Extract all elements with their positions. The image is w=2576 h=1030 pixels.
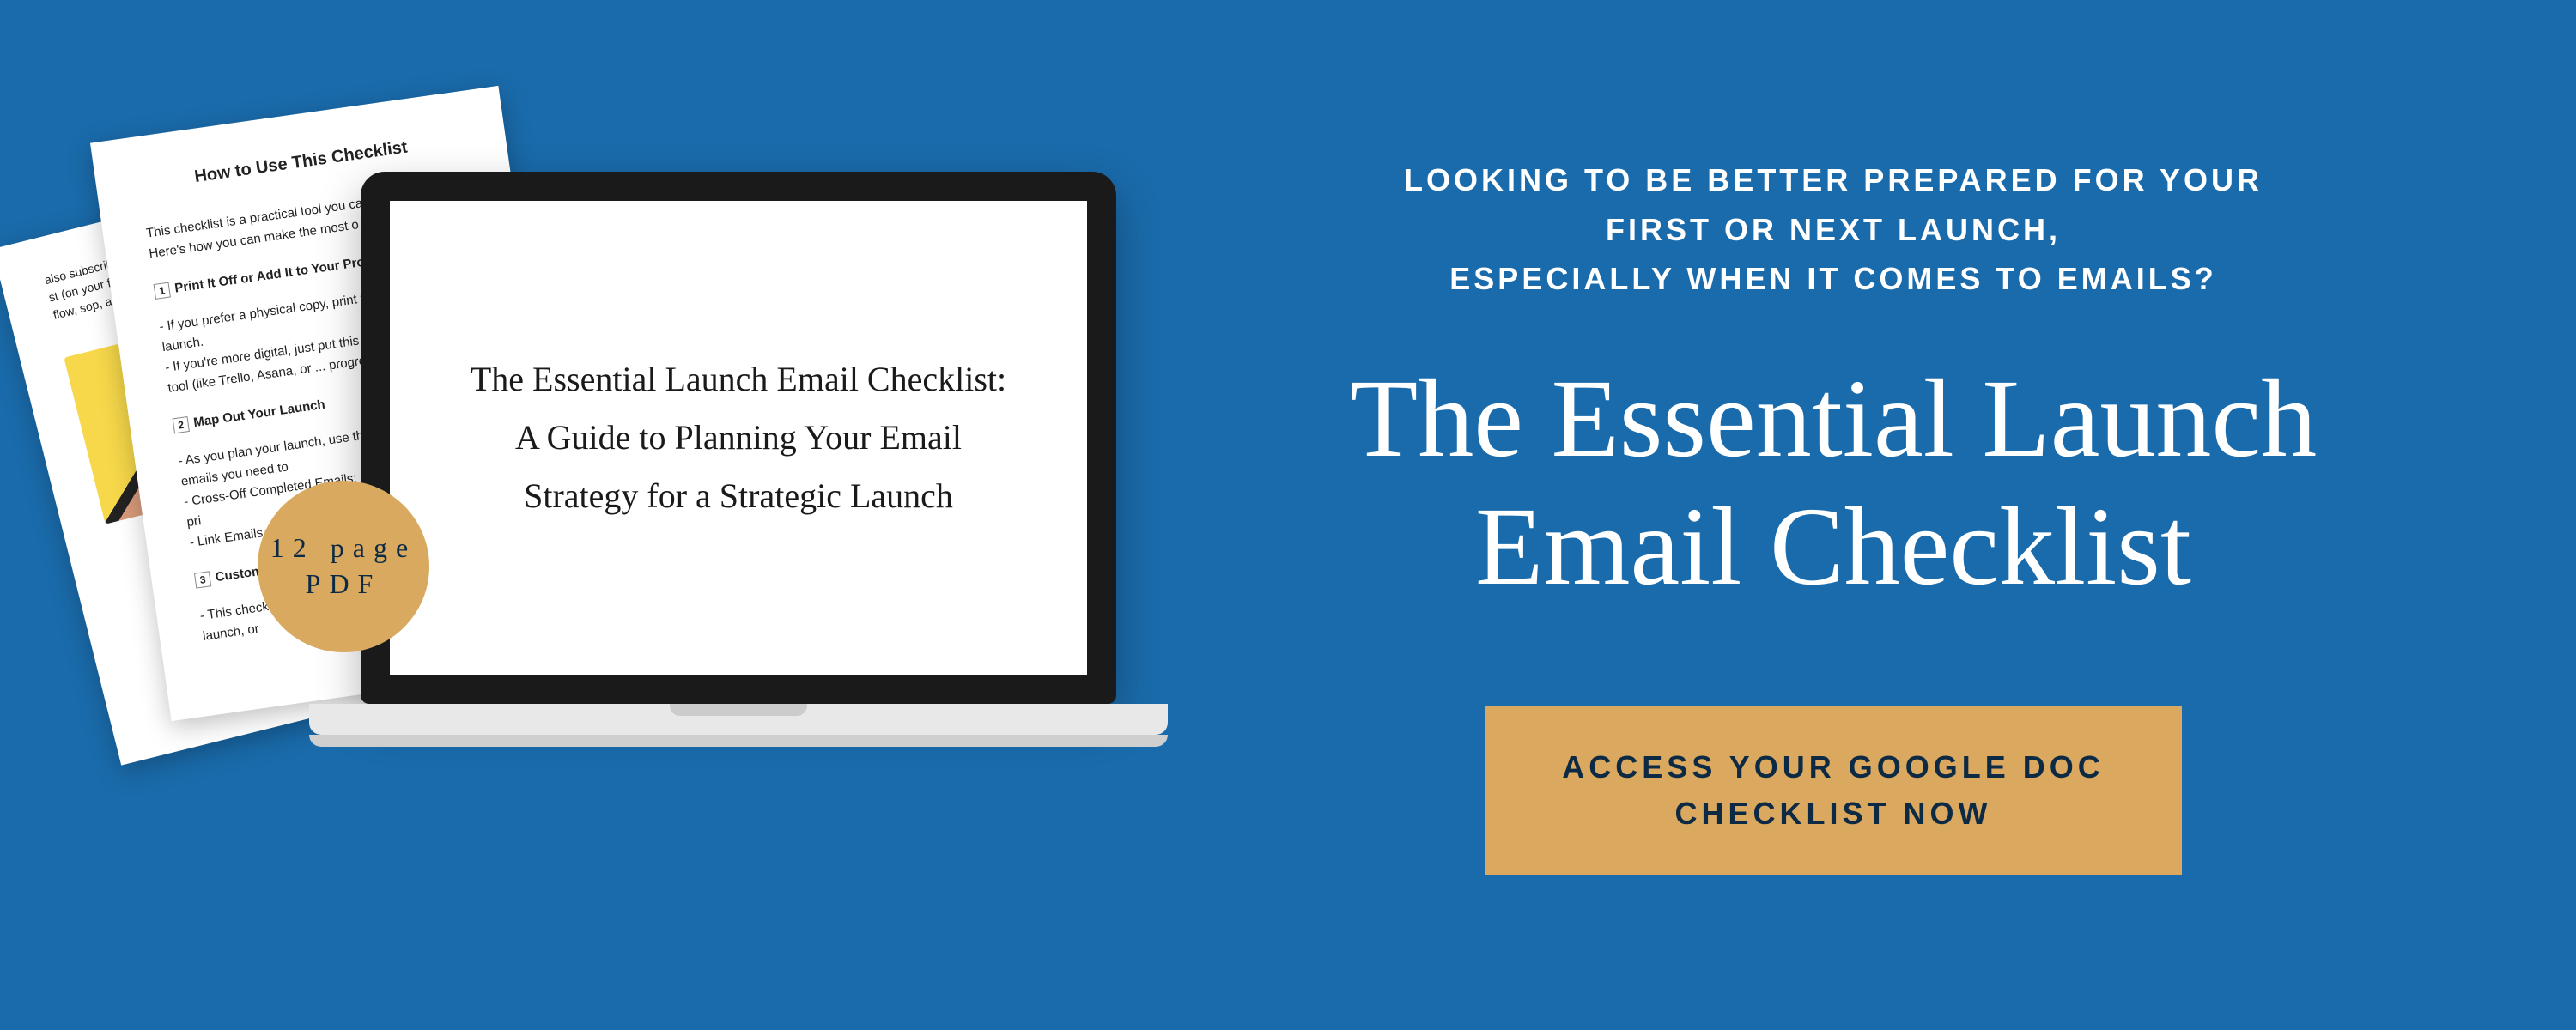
badge-line-1: 12 page xyxy=(270,530,416,566)
cta-line-1: ACCESS YOUR GOOGLE DOC xyxy=(1562,749,2104,785)
headline-line-1: The Essential Launch xyxy=(1350,357,2317,481)
laptop-base xyxy=(309,704,1168,735)
laptop-foot xyxy=(309,735,1168,747)
badge-line-2: PDF xyxy=(306,566,382,603)
eyebrow-line-1: LOOKING TO BE BETTER PREPARED FOR YOUR xyxy=(1404,162,2263,197)
laptop-bezel: The Essential Launch Email Checklist: A … xyxy=(361,172,1116,704)
eyebrow-line-3: ESPECIALLY WHEN IT COMES TO EMAILS? xyxy=(1449,261,2216,296)
page-count-badge: 12 page PDF xyxy=(258,481,429,652)
headline-line-2: Email Checklist xyxy=(1475,485,2191,609)
headline: The Essential Launch Email Checklist xyxy=(1350,355,2317,612)
laptop-screen-title: The Essential Launch Email Checklist: A … xyxy=(471,350,1006,525)
hero-banner: also subscribe st (on your favor flow, s… xyxy=(0,0,2576,1030)
laptop-mockup: The Essential Launch Email Checklist: A … xyxy=(361,172,1116,747)
copy-panel: LOOKING TO BE BETTER PREPARED FOR YOUR F… xyxy=(1159,0,2576,1030)
laptop-notch xyxy=(670,704,807,716)
eyebrow-text: LOOKING TO BE BETTER PREPARED FOR YOUR F… xyxy=(1404,155,2263,304)
cta-line-2: CHECKLIST NOW xyxy=(1675,796,1992,831)
paper-item-2-title-text: Map Out Your Launch xyxy=(192,397,325,430)
cta-button[interactable]: ACCESS YOUR GOOGLE DOC CHECKLIST NOW xyxy=(1485,706,2181,875)
eyebrow-line-2: FIRST OR NEXT LAUNCH, xyxy=(1606,212,2061,247)
mockup-panel: also subscribe st (on your favor flow, s… xyxy=(0,0,1159,1030)
laptop-screen: The Essential Launch Email Checklist: A … xyxy=(390,201,1087,675)
